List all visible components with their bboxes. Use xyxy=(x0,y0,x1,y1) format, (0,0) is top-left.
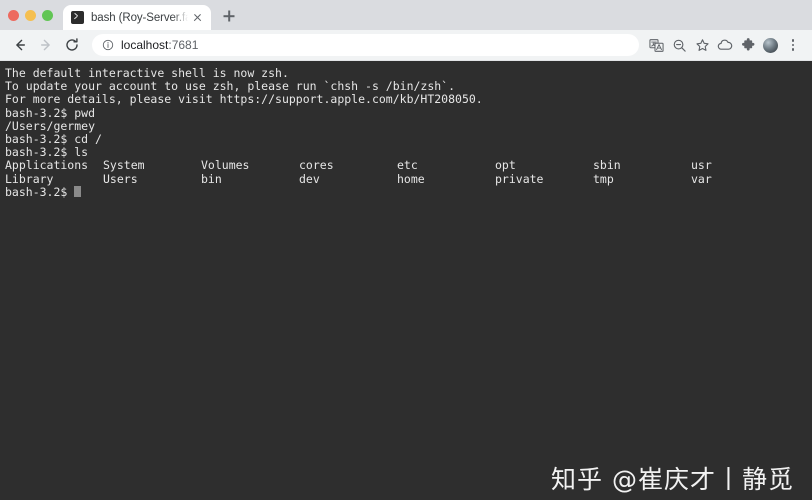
window-zoom-button[interactable] xyxy=(42,9,53,21)
avatar[interactable] xyxy=(763,37,778,53)
ls-entry: var xyxy=(691,171,712,186)
close-icon[interactable] xyxy=(190,10,205,25)
new-tab-button[interactable] xyxy=(216,3,242,29)
tab-strip: bash (Roy-Server.fareast.corp xyxy=(0,0,812,30)
bookmark-star-icon[interactable] xyxy=(691,34,713,56)
browser-window: bash (Roy-Server.fareast.corp xyxy=(0,0,812,500)
ls-entry: Users xyxy=(103,171,138,186)
toolbar-actions xyxy=(645,34,804,56)
info-circle-icon[interactable] xyxy=(102,39,114,51)
ls-entry: cores xyxy=(299,158,334,173)
address-bar[interactable]: localhost:7681 xyxy=(92,34,639,56)
translate-icon[interactable] xyxy=(645,34,667,56)
tab-title: bash (Roy-Server.fareast.corp xyxy=(91,11,188,24)
browser-tab[interactable]: bash (Roy-Server.fareast.corp xyxy=(63,5,211,30)
back-arrow-icon[interactable] xyxy=(8,33,32,57)
window-traffic-lights xyxy=(0,0,61,30)
terminal-output: The default interactive shell is now zsh… xyxy=(5,66,812,199)
terminal-line: /Users/germey xyxy=(5,118,96,133)
terminal-line: bash-3.2$ pwd xyxy=(5,105,96,120)
zoom-icon[interactable] xyxy=(668,34,690,56)
terminal-viewport[interactable]: The default interactive shell is now zsh… xyxy=(0,61,812,500)
ls-entry: private xyxy=(495,171,544,186)
url-text: localhost:7681 xyxy=(121,38,198,52)
ls-entry: Applications xyxy=(5,158,89,173)
save-to-drive-cloud-icon[interactable] xyxy=(714,34,736,56)
kebab-menu-icon[interactable] xyxy=(782,34,804,56)
extensions-puzzle-icon[interactable] xyxy=(737,34,759,56)
ls-entry: home xyxy=(397,171,425,186)
terminal-cursor xyxy=(74,186,81,198)
window-minimize-button[interactable] xyxy=(25,9,36,21)
url-host: localhost xyxy=(121,38,169,52)
terminal-line: For more details, please visit https://s… xyxy=(5,92,483,107)
ls-output-row: Applications System Volumes cores etc op… xyxy=(5,159,812,172)
ls-entry: tmp xyxy=(593,171,614,186)
ls-output-row: Library Users bin dev home private tmp v… xyxy=(5,171,812,186)
ls-entry: etc xyxy=(397,158,418,173)
terminal-icon xyxy=(71,11,84,24)
terminal-line: bash-3.2$ cd / xyxy=(5,131,102,146)
watermark: 知乎 @崔庆才丨静觅 xyxy=(551,464,794,494)
url-port: :7681 xyxy=(168,38,199,52)
ls-entry: opt xyxy=(495,158,516,173)
window-close-button[interactable] xyxy=(8,9,19,21)
browser-toolbar: localhost:7681 xyxy=(0,30,812,61)
ls-entry: Volumes xyxy=(201,158,250,173)
reload-icon[interactable] xyxy=(60,33,84,57)
ls-entry: usr xyxy=(691,158,712,173)
terminal-prompt-line: bash-3.2$ xyxy=(5,184,812,199)
ls-entry: dev xyxy=(299,171,320,186)
ls-entry: sbin xyxy=(593,158,621,173)
ls-entry: bin xyxy=(201,171,222,186)
ls-entry: System xyxy=(103,158,145,173)
prompt-text: bash-3.2$ xyxy=(5,184,75,199)
forward-arrow-icon xyxy=(34,33,58,57)
